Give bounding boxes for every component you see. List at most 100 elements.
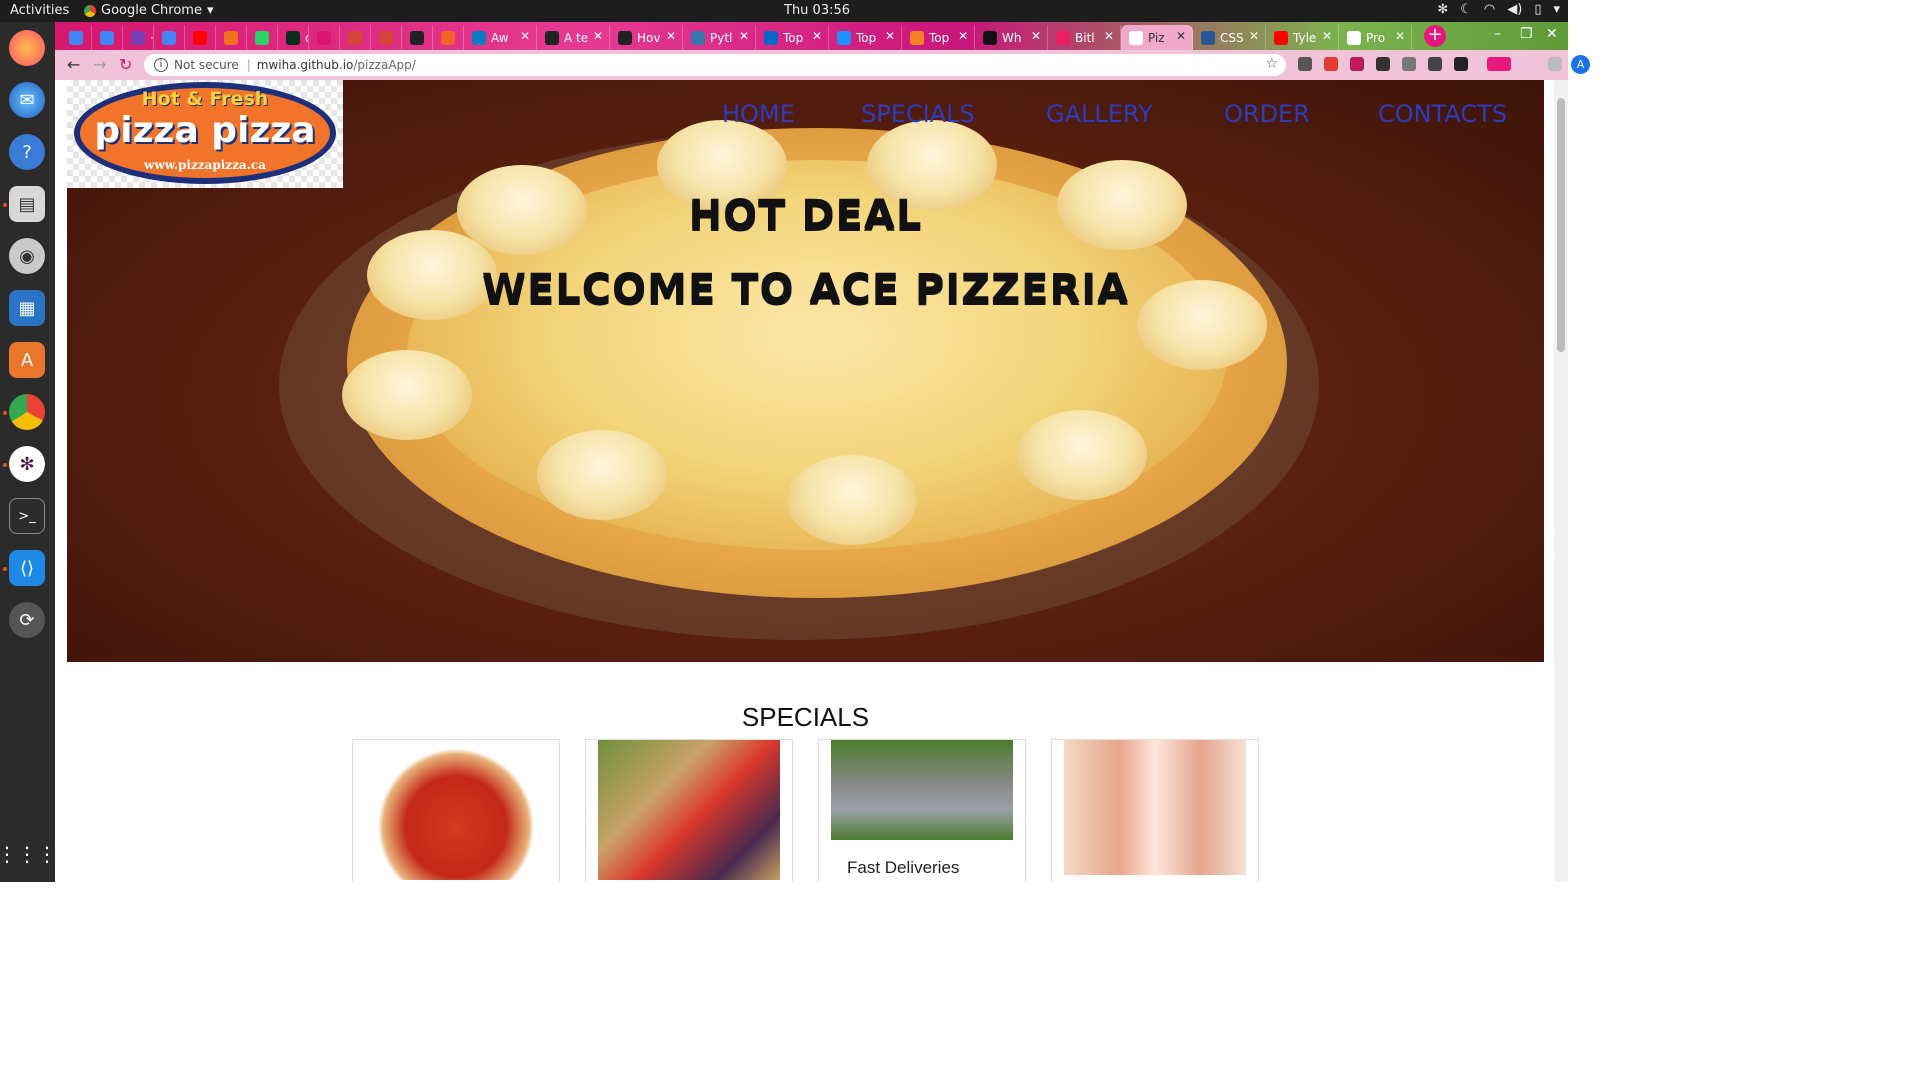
browser-tab[interactable] [61,25,92,50]
maximize-button[interactable]: ❐ [1520,26,1533,42]
browser-tab[interactable]: Top ✕ [756,25,829,50]
tab-favicon-icon [472,30,486,45]
tab-close-icon[interactable]: ✕ [1249,29,1259,43]
extension-icon[interactable] [1454,57,1468,71]
tab-close-icon[interactable]: ✕ [1322,29,1332,43]
extension-icon[interactable] [1298,57,1312,71]
software-updater-icon[interactable]: ⟳ [9,602,45,638]
tab-favicon-icon [317,30,331,45]
browser-tab[interactable]: Top ✕ [902,25,975,50]
forward-button[interactable]: → [93,55,106,74]
files-icon[interactable]: ▤ [9,186,45,222]
browser-tab[interactable] [371,25,402,50]
activities-button[interactable]: Activities [10,3,69,18]
tab-close-icon[interactable]: ✕ [666,29,676,43]
browser-tab[interactable]: ·h [123,25,154,50]
extension-icon[interactable] [1487,57,1511,71]
scrollbar-thumb[interactable] [1557,98,1565,352]
software-icon[interactable]: A [9,342,45,378]
tab-close-icon[interactable]: ✕ [593,29,603,43]
tab-close-icon[interactable]: ✕ [1176,29,1186,43]
close-window-button[interactable]: ✕ [1546,26,1558,42]
extension-icon[interactable] [1402,57,1416,71]
terminal-icon[interactable]: >_ [9,498,45,534]
tab-favicon-icon [224,30,238,45]
info-icon[interactable]: i [154,58,168,72]
special-card[interactable] [1051,739,1259,882]
rhythmbox-icon[interactable]: ◉ [9,238,45,274]
pizza-image [365,740,547,880]
tab-close-icon[interactable]: ✕ [1104,29,1114,43]
extensions-menu-icon[interactable] [1548,57,1562,71]
browser-tab[interactable] [154,25,185,50]
slack-tray-icon[interactable]: ✻ [1437,2,1448,17]
tab-close-icon[interactable]: ✕ [885,29,895,43]
crust-bump [1017,410,1147,500]
bookmark-star-icon[interactable]: ☆ [1265,56,1278,72]
extension-icon[interactable] [1376,57,1390,71]
browser-tab[interactable]: A te ✕ [537,25,610,50]
extension-icon[interactable] [1324,57,1338,71]
browser-tab[interactable]: Wh ✕ [975,25,1048,50]
new-tab-button[interactable]: + [1424,25,1446,47]
kids-eating-image [1064,740,1246,875]
browser-tab[interactable]: Pytl ✕ [683,25,756,50]
browser-tab[interactable] [185,25,216,50]
browser-tab[interactable] [92,25,123,50]
tab-close-icon[interactable]: ✕ [812,29,822,43]
browser-tab[interactable]: Aw ✕ [464,25,537,50]
address-bar[interactable]: i Not secure | mwiha.github.io /pizzaApp… [144,54,1286,76]
tab-close-icon[interactable]: ✕ [1031,29,1041,43]
special-card[interactable] [585,739,793,882]
browser-tab[interactable]: Tyle ✕ [1266,25,1339,50]
browser-tab[interactable] [247,25,278,50]
browser-tab[interactable]: Bitl ✕ [1048,25,1121,50]
back-button[interactable]: ← [67,55,80,74]
browser-tab[interactable]: Hov ✕ [610,25,683,50]
show-apps-icon[interactable]: ⋮⋮⋮ [0,836,57,872]
nav-order[interactable]: ORDER [1224,100,1310,128]
firefox-icon[interactable] [9,30,45,66]
writer-icon[interactable]: ▦ [9,290,45,326]
browser-tab[interactable]: Piz ✕ [1121,25,1193,50]
app-menu[interactable]: Google Chrome ▾ [84,3,214,18]
browser-tab[interactable]: Top ✕ [829,25,902,50]
nav-home[interactable]: HOME [722,100,795,128]
minimize-button[interactable]: – [1494,26,1501,42]
tab-favicon-icon [131,30,145,45]
thunderbird-icon[interactable]: ✉ [9,82,45,118]
help-icon[interactable]: ? [9,134,45,170]
browser-tab[interactable]: CSS ✕ [1193,25,1266,50]
extension-icon[interactable] [1428,57,1442,71]
special-card[interactable] [352,739,560,882]
reload-button[interactable]: ↻ [119,55,132,74]
address-path: /pizzaApp/ [353,58,416,72]
browser-tab[interactable] [402,25,433,50]
tab-close-icon[interactable]: ✕ [739,29,749,43]
site-logo[interactable]: Hot & Fresh pizza pizza www.pizzapizza.c… [67,80,343,188]
browser-tab[interactable] [340,25,371,50]
nav-gallery[interactable]: GALLERY [1046,100,1153,128]
tab-close-icon[interactable]: ✕ [520,29,530,43]
tab-close-icon[interactable]: ✕ [1395,29,1405,43]
vscode-icon[interactable]: ⟨⟩ [9,550,45,586]
extension-icon[interactable] [1350,57,1364,71]
clock[interactable]: Thu 03:56 [784,3,850,18]
nav-specials[interactable]: SPECIALS [861,100,975,128]
special-card[interactable]: Fast Deliveries [818,739,1026,882]
browser-tab[interactable] [309,25,340,50]
system-tray[interactable]: ✻ ☾ ◠ ◀) ▯ ▾ [1437,2,1560,17]
crust-bump [787,455,917,545]
nav-contacts[interactable]: CONTACTS [1378,100,1507,128]
slack-icon[interactable]: ✻ [9,446,45,482]
page-scrollbar[interactable] [1554,80,1568,882]
browser-tab[interactable]: dj [278,25,309,50]
tab-close-icon[interactable]: ✕ [958,29,968,43]
chrome-icon[interactable] [9,394,45,430]
browser-tab[interactable]: Pro ✕ [1339,25,1412,50]
tab-favicon-icon [1201,30,1215,45]
tab-favicon-icon [1129,30,1143,45]
browser-tab[interactable] [433,25,464,50]
browser-tab[interactable] [216,25,247,50]
profile-avatar[interactable]: A [1571,55,1590,74]
